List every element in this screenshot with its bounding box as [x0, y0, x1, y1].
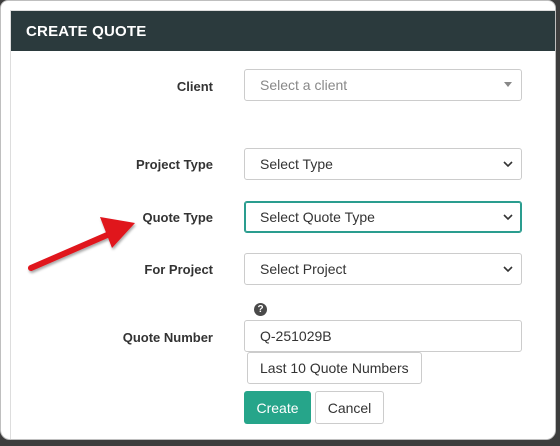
screenshot-frame: CREATE QUOTE Client Select a client Proj…: [0, 0, 556, 440]
annotation-arrow-icon: [28, 217, 135, 271]
